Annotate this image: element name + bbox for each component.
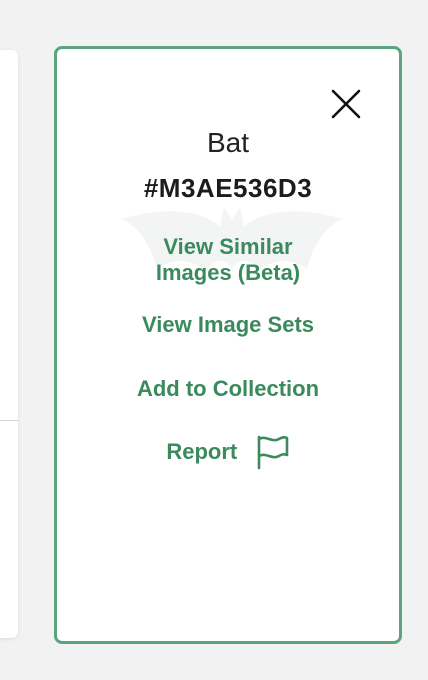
background-card <box>0 50 18 638</box>
view-similar-images-link[interactable]: View Similar Images (Beta) <box>57 234 399 286</box>
image-code: #M3AE536D3 <box>143 173 313 203</box>
report-link[interactable]: Report <box>57 434 399 470</box>
add-to-collection-link[interactable]: Add to Collection <box>57 376 399 402</box>
view-image-sets-link[interactable]: View Image Sets <box>57 312 399 338</box>
close-button[interactable] <box>329 87 363 121</box>
view-similar-label-line1: View Similar <box>163 234 293 259</box>
view-similar-label-line2: Images (Beta) <box>155 260 301 285</box>
page: Bat #M3AE536D3 View Similar Images (Beta… <box>0 0 428 680</box>
card-divider <box>0 420 18 421</box>
image-info-panel: Bat #M3AE536D3 View Similar Images (Beta… <box>54 46 402 644</box>
report-label: Report <box>166 439 238 464</box>
close-icon <box>331 89 361 119</box>
image-title: Bat <box>206 127 250 158</box>
flag-icon <box>257 435 288 470</box>
